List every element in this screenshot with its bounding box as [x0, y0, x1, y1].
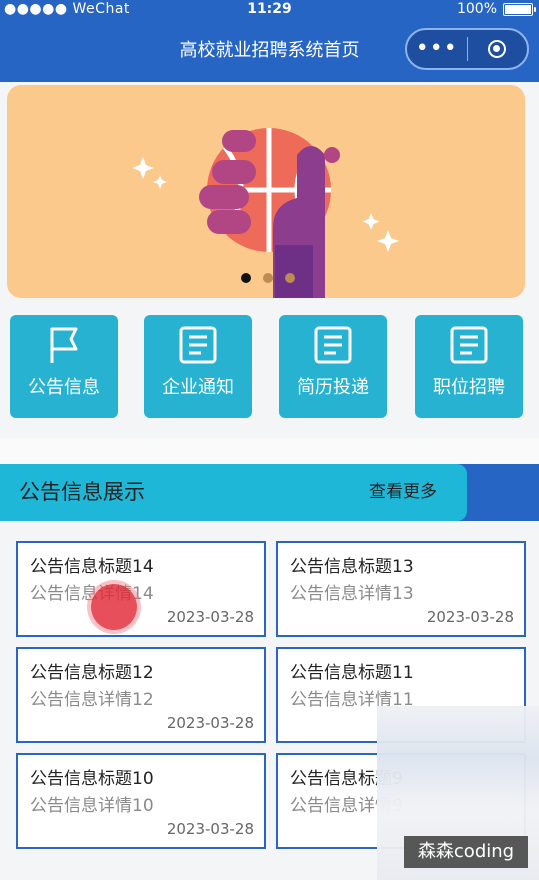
document-icon: [179, 326, 217, 364]
watermark-label: 森森coding: [404, 836, 528, 868]
carousel-dot[interactable]: [285, 273, 295, 283]
battery-status: 100%: [456, 0, 536, 18]
carousel-dot[interactable]: [263, 273, 273, 283]
quick-entry-resume[interactable]: 简历投递: [279, 315, 387, 418]
quick-entry-label: 职位招聘: [433, 377, 505, 398]
notice-title: 公告信息标题11: [290, 663, 414, 683]
notice-title: 公告信息标题12: [30, 663, 154, 683]
view-more-link[interactable]: 查看更多: [369, 464, 437, 521]
quick-entry-company-notice[interactable]: 企业通知: [144, 315, 252, 418]
document-icon: [450, 326, 488, 364]
notice-date: 2023-03-28: [166, 608, 254, 626]
close-target-icon: [488, 40, 507, 58]
banner-carousel[interactable]: [7, 85, 525, 298]
touch-indicator: [91, 584, 137, 630]
carousel-dots: [241, 273, 295, 283]
notice-date: 2023-03-28: [426, 608, 514, 626]
notice-date: 2023-03-28: [166, 820, 254, 838]
basketball-illustration: [132, 128, 399, 298]
notice-card[interactable]: 公告信息标题10 公告信息详情10 2023-03-28: [16, 753, 266, 849]
document-icon: [314, 326, 352, 364]
section-title: 公告信息展示: [19, 480, 145, 504]
notice-title: 公告信息标题14: [30, 557, 154, 577]
nav-bar: 高校就业招聘系统首页 •••: [0, 20, 539, 82]
quick-entry-notices[interactable]: 公告信息: [10, 315, 118, 418]
notice-card[interactable]: 公告信息标题14 公告信息详情14 2023-03-28: [16, 541, 266, 637]
close-button[interactable]: [468, 40, 528, 58]
notice-card[interactable]: 公告信息标题12 公告信息详情12 2023-03-28: [16, 647, 266, 743]
notice-title: 公告信息标题10: [30, 769, 154, 789]
more-menu-button[interactable]: •••: [407, 30, 467, 68]
notice-detail: 公告信息详情10: [30, 796, 154, 816]
miniprogram-capsule: •••: [405, 28, 529, 70]
notice-card[interactable]: 公告信息标题13 公告信息详情13 2023-03-28: [276, 541, 526, 637]
battery-icon: [503, 2, 536, 16]
notice-title: 公告信息标题13: [290, 557, 414, 577]
quick-entry-label: 企业通知: [162, 377, 234, 398]
notice-detail: 公告信息详情12: [30, 690, 154, 710]
flag-icon: [50, 327, 78, 363]
notice-date: 2023-03-28: [166, 714, 254, 732]
status-bar: ●●●●● WeChat 11:29 100%: [0, 0, 539, 20]
quick-entry-label: 公告信息: [28, 377, 100, 398]
battery-percent: 100%: [456, 1, 497, 17]
quick-entry-jobs[interactable]: 职位招聘: [415, 315, 523, 418]
quick-entry-label: 简历投递: [297, 377, 369, 398]
section-divider: [0, 438, 539, 464]
carousel-dot-active[interactable]: [241, 273, 251, 283]
notice-detail: 公告信息详情13: [290, 584, 414, 604]
